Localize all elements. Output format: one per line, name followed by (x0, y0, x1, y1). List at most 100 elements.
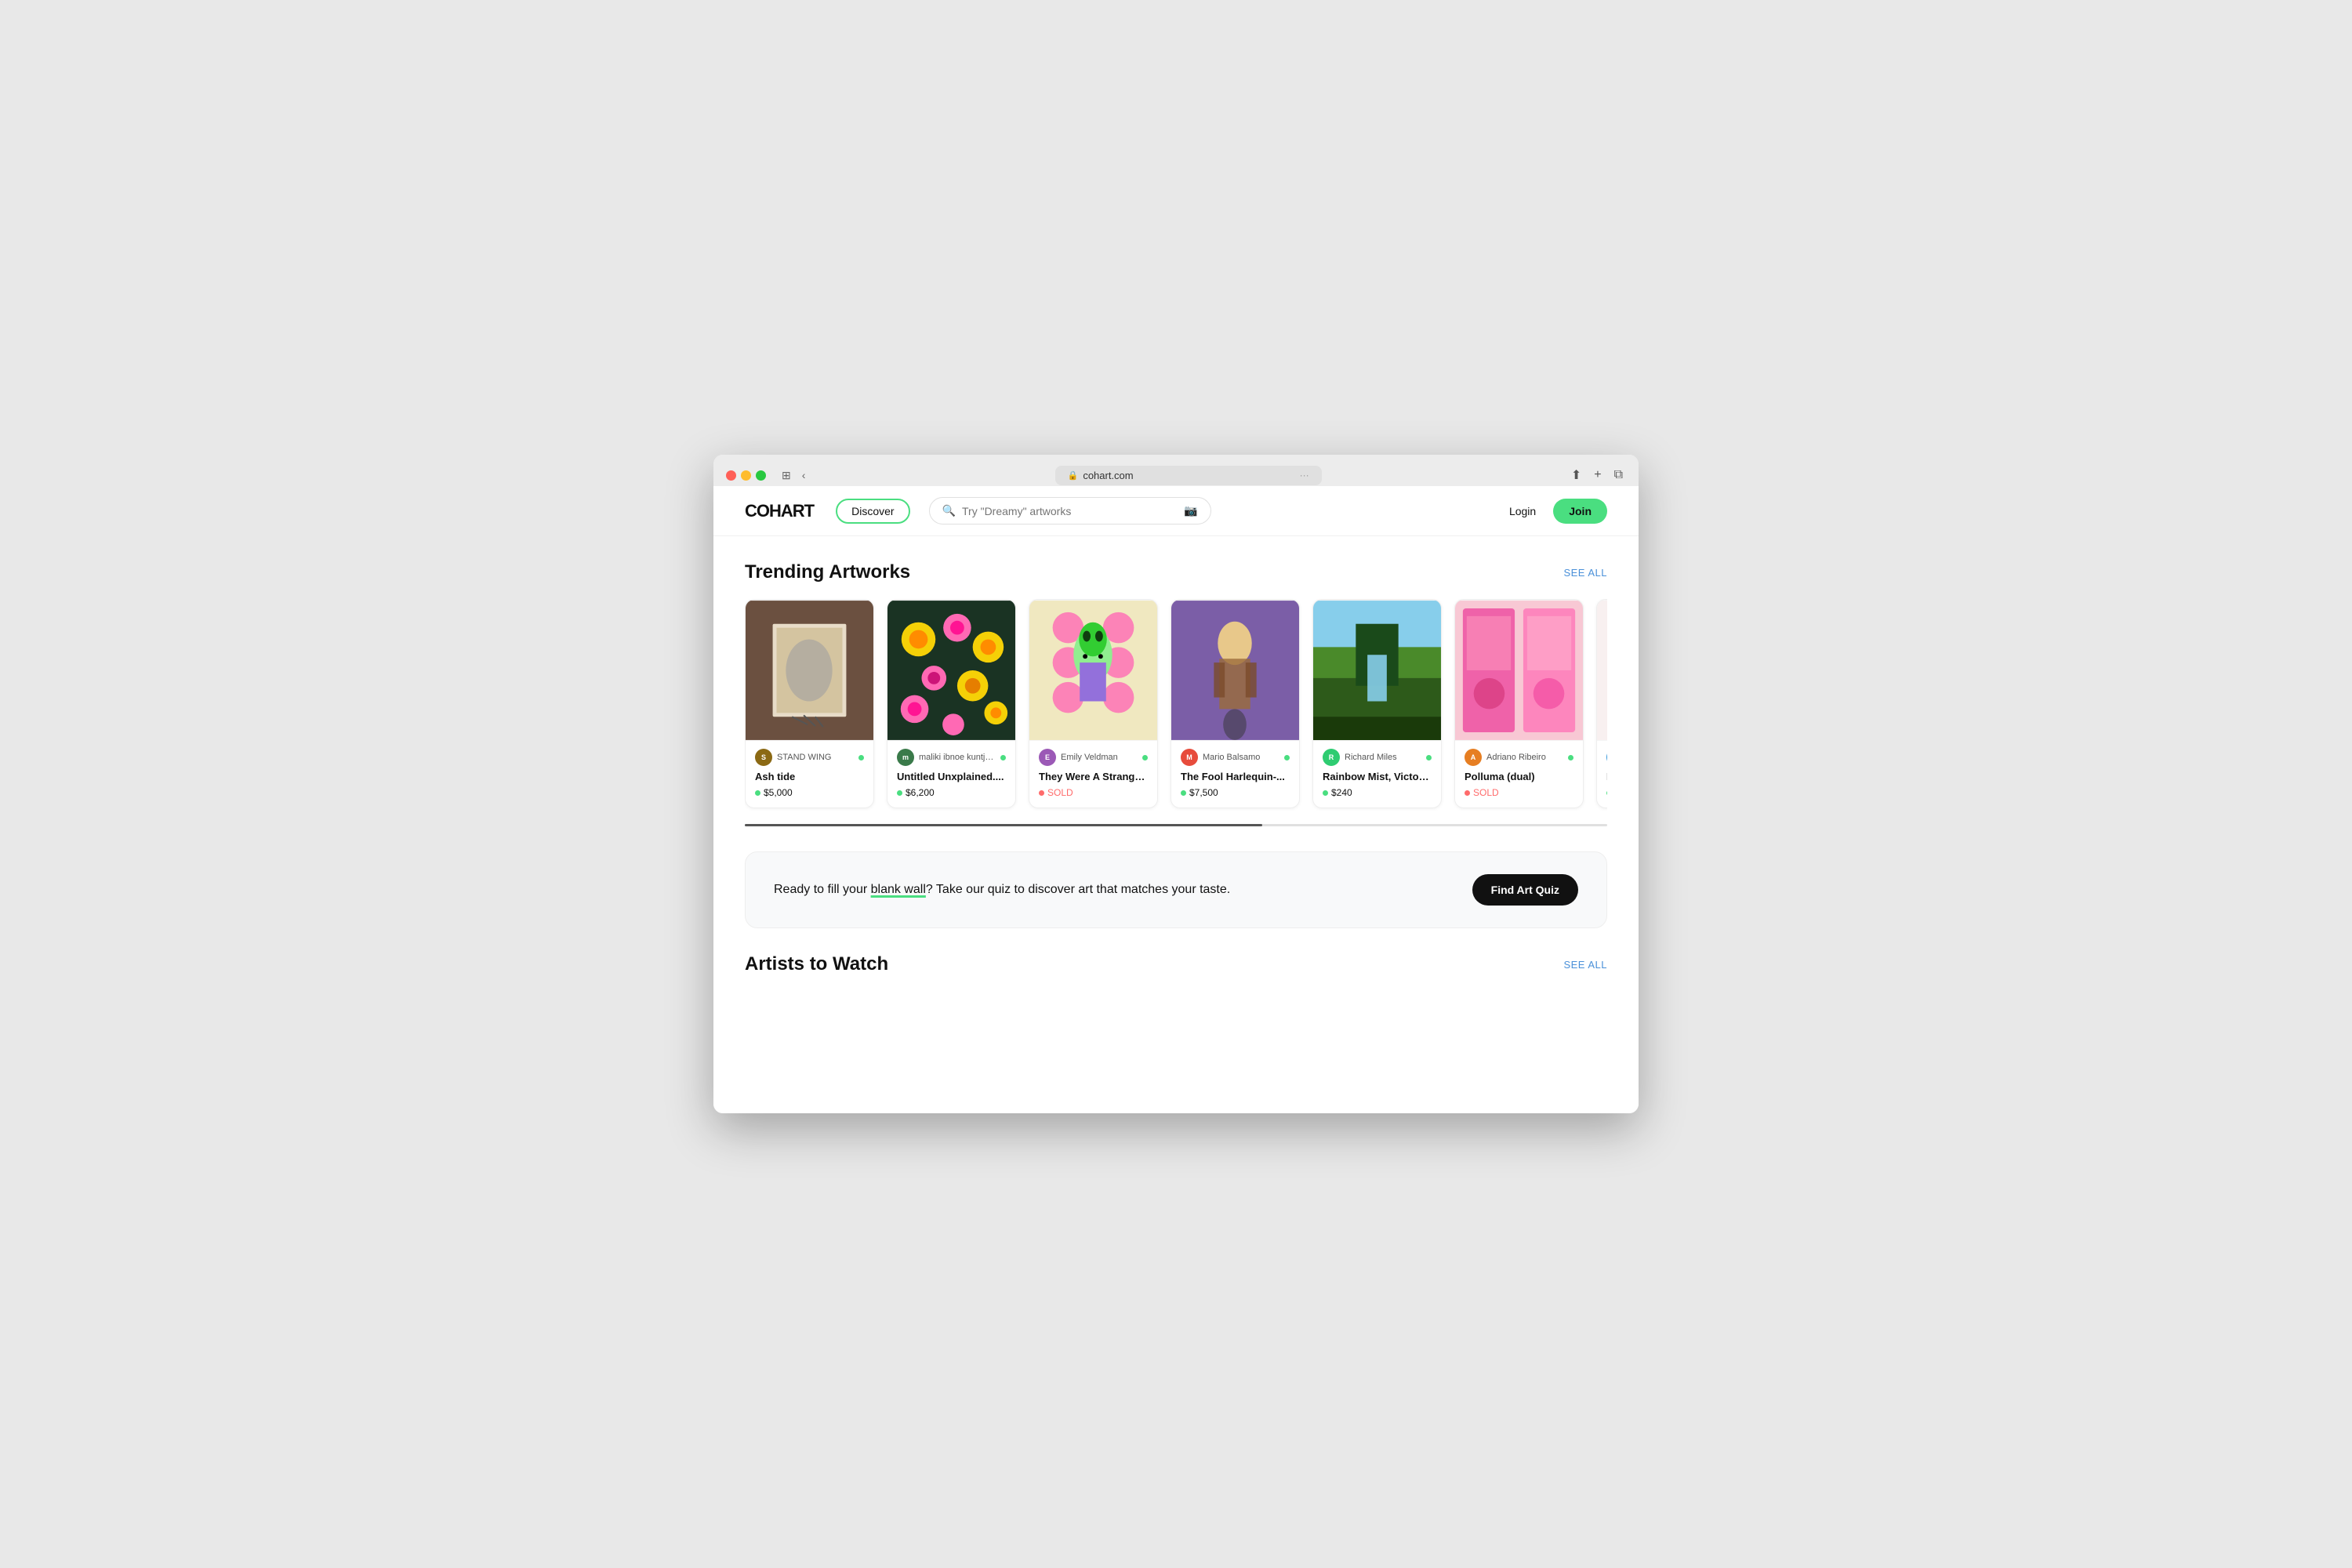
discover-button[interactable]: Discover (836, 499, 909, 524)
artwork-card[interactable]: M Mario Balsamo The Fool Harlequin-... $… (1171, 599, 1300, 808)
fullscreen-button[interactable] (756, 470, 766, 481)
artwork-title: Rainbow Mist, Victori... (1323, 771, 1432, 782)
artwork-image (1455, 600, 1583, 741)
new-tab-button[interactable]: + (1591, 465, 1604, 485)
price-text: $7,500 (1189, 787, 1218, 798)
artists-section: Artists to Watch SEE ALL (745, 953, 1607, 975)
artist-avatar: M (1181, 749, 1198, 766)
artist-name: STAND WING (777, 753, 854, 762)
join-button[interactable]: Join (1553, 499, 1607, 524)
artwork-price: SOLD (1039, 787, 1148, 798)
artwork-price: $250 (1606, 787, 1607, 798)
artworks-grid[interactable]: S STAND WING Ash tide $5,000 (745, 599, 1607, 818)
search-input[interactable] (962, 505, 1178, 517)
browser-chrome: ⊞ ‹ 🔒 cohart.com ··· ⬆ + ⧉ (713, 455, 1639, 486)
artists-title: Artists to Watch (745, 953, 888, 975)
traffic-lights (726, 470, 766, 481)
close-button[interactable] (726, 470, 736, 481)
price-text: SOLD (1473, 787, 1499, 798)
artist-row: S STAND WING (755, 749, 864, 766)
artist-avatar: E (1039, 749, 1056, 766)
artwork-title: They Were A Strange... (1039, 771, 1148, 782)
verified-dot (1568, 755, 1573, 760)
artists-see-all[interactable]: SEE ALL (1563, 959, 1607, 971)
cohart-logo: COHART (745, 501, 814, 521)
trending-section-header: Trending Artworks SEE ALL (745, 561, 1607, 583)
artwork-price: $240 (1323, 787, 1432, 798)
quiz-banner: Ready to fill your blank wall? Take our … (745, 851, 1607, 928)
search-bar[interactable]: 🔍 📷 (929, 497, 1211, 524)
find-art-quiz-button[interactable]: Find Art Quiz (1472, 874, 1578, 906)
share-button[interactable]: ⬆ (1568, 464, 1584, 486)
sidebar-toggle[interactable]: ⊞ (779, 467, 794, 484)
artist-row: m maliki ibnoe kuntjor... (1606, 749, 1607, 766)
price-text: SOLD (1047, 787, 1073, 798)
price-text: $240 (1331, 787, 1352, 798)
verified-dot (1426, 755, 1432, 760)
address-bar[interactable]: 🔒 cohart.com ··· (1055, 466, 1322, 485)
artwork-card[interactable]: R Richard Miles Rainbow Mist, Victori...… (1312, 599, 1442, 808)
artwork-info: A Adriano Ribeiro Polluma (dual) SOLD (1455, 741, 1583, 808)
artwork-info: E Emily Veldman They Were A Strange... S… (1029, 741, 1157, 808)
artwork-title: Ash tide (755, 771, 864, 782)
artwork-image (1313, 600, 1441, 741)
price-dot (755, 790, 760, 796)
artwork-card[interactable]: E Emily Veldman They Were A Strange... S… (1029, 599, 1158, 808)
lock-icon: 🔒 (1068, 470, 1079, 481)
minimize-button[interactable] (741, 470, 751, 481)
artwork-title: Polluma (dual) (1465, 771, 1573, 782)
artwork-card[interactable]: S STAND WING Ash tide $5,000 (745, 599, 874, 808)
verified-dot (1000, 755, 1006, 760)
artwork-info: S STAND WING Ash tide $5,000 (746, 741, 873, 808)
artwork-card[interactable]: m maliki ibnoe kuntjor... Untitled Unxpl… (887, 599, 1016, 808)
artist-avatar: R (1323, 749, 1340, 766)
artwork-image (1171, 600, 1299, 741)
price-dot (1606, 790, 1607, 796)
artist-row: R Richard Miles (1323, 749, 1432, 766)
artist-name: Emily Veldman (1061, 753, 1138, 762)
quiz-text: Ready to fill your blank wall? Take our … (774, 883, 1230, 897)
verified-dot (1284, 755, 1290, 760)
artwork-info: m maliki ibnoe kuntjor... Untitled Unxpl… (887, 741, 1015, 808)
tab-overview-button[interactable]: ⧉ (1611, 465, 1626, 485)
browser-controls: ⊞ ‹ (779, 467, 808, 484)
back-button[interactable]: ‹ (799, 467, 809, 483)
trending-title: Trending Artworks (745, 561, 910, 583)
search-icon: 🔍 (942, 504, 956, 517)
more-options-icon[interactable]: ··· (1300, 470, 1309, 481)
sold-dot (1465, 790, 1470, 796)
artwork-info: M Mario Balsamo The Fool Harlequin-... $… (1171, 741, 1299, 808)
artist-name: Adriano Ribeiro (1486, 753, 1563, 762)
artworks-scroll: S STAND WING Ash tide $5,000 (745, 599, 1607, 826)
artist-name: Mario Balsamo (1203, 753, 1279, 762)
artist-avatar: m (1606, 749, 1607, 766)
price-dot (1181, 790, 1186, 796)
artwork-image (887, 600, 1015, 741)
trending-see-all[interactable]: SEE ALL (1563, 567, 1607, 579)
artwork-card[interactable]: m maliki ibnoe kuntjor... Beautiful to l… (1596, 599, 1607, 808)
artwork-image (746, 600, 873, 741)
quiz-underline-text: blank wall (871, 883, 926, 896)
verified-dot (858, 755, 864, 760)
artwork-image (1597, 600, 1607, 741)
address-bar-container: 🔒 cohart.com ··· (818, 466, 1558, 485)
price-text: $5,000 (764, 787, 793, 798)
artwork-card[interactable]: A Adriano Ribeiro Polluma (dual) SOLD (1454, 599, 1584, 808)
artwork-image (1029, 600, 1157, 741)
camera-icon[interactable]: 📷 (1184, 504, 1197, 517)
artist-name: maliki ibnoe kuntjor... (919, 753, 996, 762)
artwork-title: Untitled Unxplained.... (897, 771, 1006, 782)
artist-avatar: A (1465, 749, 1482, 766)
browser-actions: ⬆ + ⧉ (1568, 464, 1626, 486)
artwork-title: The Fool Harlequin-... (1181, 771, 1290, 782)
artwork-price: $7,500 (1181, 787, 1290, 798)
artist-name: Richard Miles (1345, 753, 1421, 762)
artist-row: A Adriano Ribeiro (1465, 749, 1573, 766)
artwork-info: R Richard Miles Rainbow Mist, Victori...… (1313, 741, 1441, 808)
login-button[interactable]: Login (1501, 500, 1544, 522)
artist-row: E Emily Veldman (1039, 749, 1148, 766)
artwork-price: $6,200 (897, 787, 1006, 798)
artwork-price: SOLD (1465, 787, 1573, 798)
artist-avatar: S (755, 749, 772, 766)
price-dot (897, 790, 902, 796)
